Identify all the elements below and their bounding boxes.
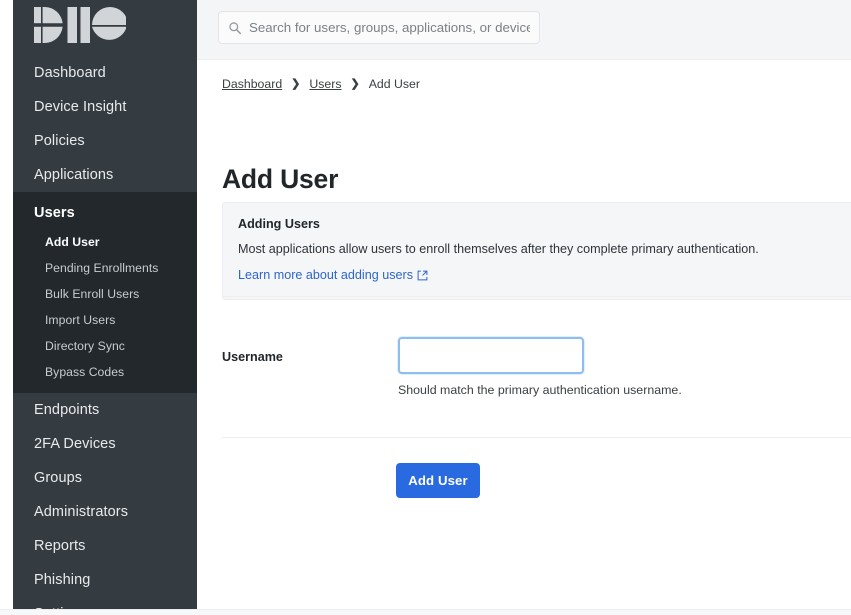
divider-bottom [222, 437, 851, 438]
breadcrumb-item-users[interactable]: Users [309, 77, 341, 91]
sidebar-item-applications[interactable]: Applications [13, 158, 197, 192]
sidebar: Dashboard Device Insight Policies Applic… [13, 0, 197, 609]
sidebar-nav: Dashboard Device Insight Policies Applic… [13, 56, 197, 609]
page-left-gutter [0, 0, 13, 615]
sidebar-subitem-bypass-codes[interactable]: Bypass Codes [13, 359, 197, 385]
global-search[interactable] [218, 11, 540, 44]
top-bar [197, 0, 851, 60]
search-input[interactable] [249, 20, 530, 35]
page-bottom-gutter [0, 609, 851, 615]
sidebar-item-endpoints[interactable]: Endpoints [13, 393, 197, 427]
main-content: Dashboard ❯ Users ❯ Add User Add User Ad… [197, 0, 851, 615]
sidebar-group-users: Users Add User Pending Enrollments Bulk … [13, 192, 197, 393]
sidebar-subitem-import-users[interactable]: Import Users [13, 307, 197, 333]
sidebar-item-dashboard[interactable]: Dashboard [13, 56, 197, 90]
sidebar-item-users[interactable]: Users [13, 197, 197, 229]
sidebar-item-groups[interactable]: Groups [13, 461, 197, 495]
sidebar-item-policies[interactable]: Policies [13, 124, 197, 158]
sidebar-item-device-insight[interactable]: Device Insight [13, 90, 197, 124]
duo-admin-page: Dashboard Device Insight Policies Applic… [0, 0, 851, 615]
info-banner: Adding Users Most applications allow use… [222, 202, 851, 301]
sidebar-subitem-directory-sync[interactable]: Directory Sync [13, 333, 197, 359]
external-link-icon [417, 270, 428, 281]
sidebar-item-administrators[interactable]: Administrators [13, 495, 197, 529]
info-banner-text: Most applications allow users to enroll … [238, 242, 759, 257]
page-title: Add User [222, 164, 339, 194]
username-hint: Should match the primary authentication … [398, 383, 682, 397]
sidebar-subitem-pending-enrollments[interactable]: Pending Enrollments [13, 255, 197, 281]
learn-more-link[interactable]: Learn more about adding users [238, 268, 428, 282]
breadcrumb-item-dashboard[interactable]: Dashboard [222, 77, 282, 91]
breadcrumb-separator-icon: ❯ [350, 77, 360, 90]
username-field-group: Should match the primary authentication … [398, 337, 682, 397]
breadcrumb: Dashboard ❯ Users ❯ Add User [222, 77, 420, 91]
sidebar-item-phishing[interactable]: Phishing [13, 563, 197, 597]
sidebar-item-reports[interactable]: Reports [13, 529, 197, 563]
sidebar-item-settings[interactable]: Settings [13, 597, 197, 609]
sidebar-subitem-bulk-enroll-users[interactable]: Bulk Enroll Users [13, 281, 197, 307]
add-user-button[interactable]: Add User [396, 463, 480, 498]
username-input[interactable] [398, 337, 584, 374]
sidebar-item-2fa-devices[interactable]: 2FA Devices [13, 427, 197, 461]
sidebar-subitem-add-user[interactable]: Add User [13, 229, 197, 255]
duo-logo[interactable] [34, 7, 126, 45]
learn-more-link-label: Learn more about adding users [238, 268, 414, 283]
sidebar-subnav-users: Add User Pending Enrollments Bulk Enroll… [13, 229, 197, 385]
divider-top [222, 296, 851, 297]
breadcrumb-separator-icon: ❯ [291, 77, 301, 90]
search-icon [228, 21, 242, 35]
username-label: Username [222, 350, 283, 364]
breadcrumb-item-add-user: Add User [368, 77, 420, 91]
info-banner-title: Adding Users [238, 217, 320, 231]
